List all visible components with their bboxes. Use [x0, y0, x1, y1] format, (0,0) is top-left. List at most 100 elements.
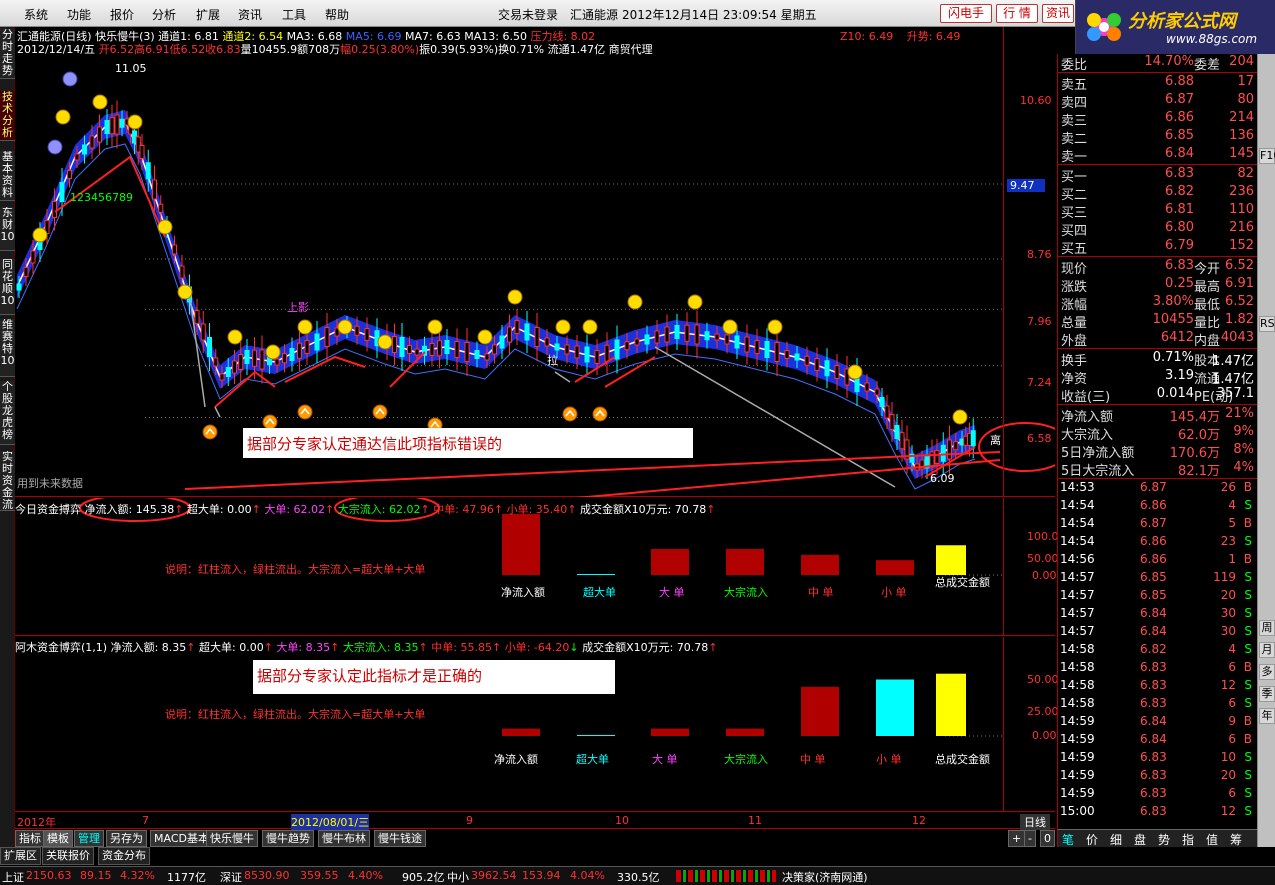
tab-save-as[interactable]: 另存为 [106, 830, 147, 847]
candle-body [67, 170, 72, 179]
row-percent: 8% [1233, 442, 1254, 457]
menu-news[interactable]: 资讯 [238, 6, 262, 23]
candle-body [152, 179, 157, 200]
smb-index-percent: 4.04% [570, 869, 605, 882]
nav-extension-area[interactable]: 扩展区 [0, 847, 41, 865]
menu-analysis[interactable]: 分析 [152, 6, 176, 23]
reset-button[interactable]: 0 [1040, 830, 1055, 847]
tab-dragon-tiger[interactable]: 个股龙虎榜 [0, 381, 15, 445]
menu-help[interactable]: 帮助 [325, 6, 349, 23]
row-value: 6.83 [1165, 166, 1194, 181]
quarter-button[interactable]: 季 [1259, 686, 1275, 702]
period-selector[interactable]: 日线 [1020, 814, 1050, 830]
rise-value: 升势: 6.49 [906, 30, 961, 43]
row-value: 14.70% [1144, 54, 1194, 69]
tab-bull-trend[interactable]: 慢牛趋势 [262, 830, 314, 847]
panel2-block-inflow: 大宗流入: 8.35 [342, 641, 419, 654]
tab-bull-boll[interactable]: 慢牛布林 [318, 830, 370, 847]
tab-weisaite[interactable]: 维赛特10 [0, 319, 15, 377]
tab-bull-money[interactable]: 慢牛钱途 [374, 830, 426, 847]
menu-system[interactable]: 系统 [24, 6, 48, 23]
tick-side: S [1244, 750, 1252, 764]
quote-tab[interactable]: 指 [1182, 831, 1194, 848]
divider [1058, 164, 1258, 165]
row-label: 买三 [1061, 206, 1088, 221]
candle-body [714, 333, 720, 341]
panel2-bar-label: 中 单 [800, 753, 826, 766]
logo-url: www.88gs.com [1166, 32, 1258, 46]
tab-happy-bull[interactable]: 快乐慢牛 [206, 830, 258, 847]
tab-template[interactable]: 模板 [43, 830, 73, 847]
candle-body [109, 117, 115, 135]
candle-body [289, 348, 295, 361]
row-value: 6412 [1160, 330, 1194, 345]
week-button[interactable]: 周 [1259, 620, 1275, 636]
tick-volume: 4 [1228, 498, 1236, 512]
price-axis-label: 7.96 [1027, 315, 1052, 328]
multi-button[interactable]: 多 [1259, 664, 1275, 680]
flow-bar [936, 673, 966, 736]
zoom-out-button[interactable]: - [1024, 830, 1036, 847]
tab-realtime-flow[interactable]: 实时资金流 [0, 451, 15, 511]
candle-body [564, 344, 570, 355]
tab-manage[interactable]: 管理 [74, 830, 104, 847]
high-price-label: 11.05 [115, 62, 147, 75]
tab-indicator[interactable]: 指标 [15, 830, 45, 847]
smb-index-label: 中小 [447, 871, 469, 884]
divider [1058, 478, 1258, 479]
row-label: 卖二 [1061, 132, 1088, 147]
quote-tab[interactable]: 价 [1086, 831, 1098, 848]
tab-tonghuashun[interactable]: 同花顺10 [0, 259, 15, 315]
quote-stat-row: 涨跌 0.25 最高 6.91 [1058, 276, 1258, 295]
row-label: 买四 [1061, 224, 1088, 239]
quote-tab[interactable]: 笔 [1062, 831, 1074, 848]
nav-fund-distribution[interactable]: 资金分布 [98, 847, 150, 865]
sell-level-row: 卖二 6.85 136 [1058, 128, 1258, 147]
flash-trade-button[interactable]: 闪电手 [940, 4, 992, 23]
year-button[interactable]: 年 [1259, 708, 1275, 724]
flow-bar [577, 574, 615, 575]
menu-function[interactable]: 功能 [67, 6, 91, 23]
zoom-in-button[interactable]: + [1008, 830, 1026, 847]
panel2-medium: 中单: 55.85 [431, 641, 492, 654]
quote-tab[interactable]: 筹 [1230, 831, 1242, 848]
kline-chart[interactable]: 汇通能源(日线) 快乐慢牛(3) 通道1: 6.81 通道2: 6.54 MA3… [15, 27, 1055, 497]
tab-fundamental[interactable]: 基本资料 [0, 151, 15, 201]
month-button[interactable]: 月 [1259, 642, 1275, 658]
row-value: 6.84 [1165, 146, 1194, 161]
row-label: 5日净流入额 [1061, 446, 1135, 461]
quote-tab[interactable]: 细 [1110, 831, 1122, 848]
rsi-button[interactable]: RSI [1259, 316, 1275, 332]
tab-macd[interactable]: MACD基本 [150, 830, 213, 847]
date-axis-label: 2012年 [17, 816, 56, 829]
candle-body [274, 358, 280, 366]
candle-body [604, 344, 610, 362]
tab-dongcai[interactable]: 东财10 [0, 207, 15, 251]
quote-tab[interactable]: 值 [1206, 831, 1218, 848]
date-axis-label: 10 [615, 814, 629, 827]
quote-stat-row: 外盘 6412 内盘 4043 [1058, 330, 1258, 349]
quote-tab[interactable]: 势 [1158, 831, 1170, 848]
menu-extend[interactable]: 扩展 [196, 6, 220, 23]
tab-technical[interactable]: 技术分析 [0, 91, 15, 141]
tick-side: B [1243, 732, 1252, 746]
tick-volume: 6 [1228, 660, 1236, 674]
tab-intraday[interactable]: 分时走势 [0, 29, 15, 79]
candle-body [492, 344, 497, 355]
quote-tab[interactable]: 盘 [1134, 831, 1146, 848]
candle-body [114, 114, 120, 135]
news-button[interactable]: 资讯 [1042, 4, 1074, 23]
f10-button[interactable]: F10 [1259, 148, 1275, 164]
divider [1058, 348, 1258, 349]
nav-related-quote[interactable]: 关联报价 [42, 847, 94, 865]
kline-canvas [16, 71, 1055, 497]
smiley-marker-icon [555, 319, 571, 335]
candle-body [664, 326, 670, 343]
fund-flow-panel-today[interactable]: 今日资金搏弈 净流入额: 145.38↑ 超大单: 0.00↑ 大单: 62.0… [15, 498, 1059, 636]
tick-price: 6.84 [1140, 606, 1167, 620]
market-button[interactable]: 行 情 [996, 4, 1038, 23]
menu-tools[interactable]: 工具 [282, 6, 306, 23]
menu-quote[interactable]: 报价 [110, 6, 134, 23]
tick-price: 6.83 [1140, 786, 1167, 800]
flow-bar [502, 513, 540, 575]
